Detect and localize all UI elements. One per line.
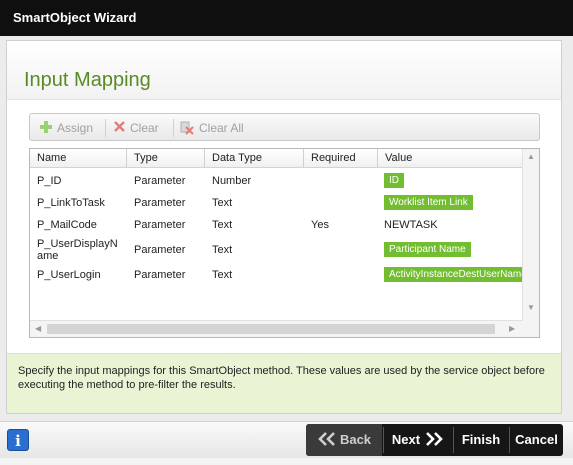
grid-header: Name Type Data Type Required Value: [30, 149, 523, 168]
column-header-data-type[interactable]: Data Type: [205, 149, 304, 167]
cell-name: P_ID: [37, 175, 62, 187]
double-chevron-left-icon: [318, 432, 335, 446]
value-tag: Worklist Item Link: [384, 195, 473, 210]
cell-value[interactable]: Worklist Item Link: [384, 195, 473, 210]
scroll-left-arrow-icon[interactable]: ◀: [35, 324, 41, 333]
back-label: Back: [339, 432, 372, 447]
page-title: Input Mapping: [24, 69, 151, 91]
mapping-grid: Name Type Data Type Required Value P_ID …: [29, 148, 540, 338]
cancel-button[interactable]: Cancel: [510, 424, 563, 456]
cell-name-wrap: ame: [37, 250, 59, 262]
cell-data-type: Text: [212, 269, 233, 281]
window-title: SmartObject Wizard: [0, 0, 573, 36]
scroll-up-arrow-icon[interactable]: ▲: [527, 152, 535, 161]
cell-data-type: Text: [212, 219, 233, 231]
plus-icon: [40, 121, 52, 133]
clear-all-icon: [180, 121, 194, 135]
cell-type: Parameter: [134, 269, 186, 281]
cell-required: Yes: [311, 219, 329, 231]
vertical-scrollbar[interactable]: ▲ ▼: [522, 149, 539, 337]
cell-value[interactable]: NEWTASK: [384, 219, 438, 231]
wizard-footer: i Back Next Finish Cancel: [0, 421, 573, 458]
table-row[interactable]: P_MailCode Parameter Text Yes NEWTASK: [30, 215, 523, 237]
cell-type: Parameter: [134, 219, 186, 231]
back-button[interactable]: Back: [306, 424, 382, 456]
column-header-required[interactable]: Required: [304, 149, 378, 167]
next-label: Next: [391, 432, 421, 447]
cell-type: Parameter: [134, 244, 186, 256]
column-header-type[interactable]: Type: [127, 149, 205, 167]
cell-value[interactable]: Participant Name: [384, 242, 471, 257]
clear-label: Clear: [130, 121, 159, 135]
scroll-down-arrow-icon[interactable]: ▼: [527, 303, 535, 312]
double-chevron-right-icon: [426, 432, 443, 446]
cell-name: P_UserLogin: [37, 269, 101, 281]
table-row[interactable]: P_UserDisplayN ame Parameter Text Partic…: [30, 237, 523, 265]
finish-button[interactable]: Finish: [454, 424, 508, 456]
mapping-toolbar: Assign Clear Clear All: [29, 113, 540, 141]
toolbar-divider: [173, 119, 174, 137]
cell-value[interactable]: ID: [384, 173, 404, 188]
page-header: Input Mapping: [7, 41, 561, 100]
assign-label: Assign: [57, 121, 94, 135]
column-header-value[interactable]: Value: [378, 149, 523, 167]
help-text: Specify the input mappings for this Smar…: [7, 353, 561, 413]
cell-value[interactable]: ActivityInstanceDestUserName: [384, 267, 523, 282]
navigation-buttons: Back Next Finish Cancel: [306, 424, 563, 456]
value-tag: ActivityInstanceDestUserName: [384, 267, 523, 282]
clear-all-button[interactable]: Clear All: [180, 120, 244, 136]
assign-button[interactable]: Assign: [39, 120, 93, 136]
value-tag: Participant Name: [384, 242, 471, 257]
cell-type: Parameter: [134, 175, 186, 187]
next-button[interactable]: Next: [384, 424, 452, 456]
table-row[interactable]: P_ID Parameter Number ID: [30, 171, 523, 193]
clear-button[interactable]: Clear: [113, 120, 159, 136]
value-tag: ID: [384, 173, 404, 188]
column-header-name[interactable]: Name: [30, 149, 127, 167]
wizard-panel: Input Mapping Assign Clear Clear All Nam…: [6, 40, 562, 414]
horizontal-scroll-thumb[interactable]: [47, 324, 495, 334]
x-icon: [114, 121, 125, 132]
cell-name: P_MailCode: [37, 219, 97, 231]
cell-data-type: Text: [212, 244, 233, 256]
background-strip: [0, 458, 573, 465]
cell-data-type: Number: [212, 175, 252, 187]
cell-data-type: Text: [212, 197, 233, 209]
info-button[interactable]: i: [7, 429, 29, 451]
clear-all-label: Clear All: [199, 121, 244, 135]
cell-type: Parameter: [134, 197, 186, 209]
cell-name: P_UserDisplayN: [37, 238, 118, 250]
table-row[interactable]: P_LinkToTask Parameter Text Worklist Ite…: [30, 193, 523, 215]
toolbar-divider: [105, 119, 106, 137]
scroll-right-arrow-icon[interactable]: ▶: [509, 324, 515, 333]
wizard-window: SmartObject Wizard Input Mapping Assign …: [0, 0, 573, 465]
table-row[interactable]: P_UserLogin Parameter Text ActivityInsta…: [30, 265, 523, 287]
horizontal-scrollbar[interactable]: ◀ ▶: [30, 320, 523, 337]
cell-name: P_LinkToTask: [37, 197, 105, 209]
